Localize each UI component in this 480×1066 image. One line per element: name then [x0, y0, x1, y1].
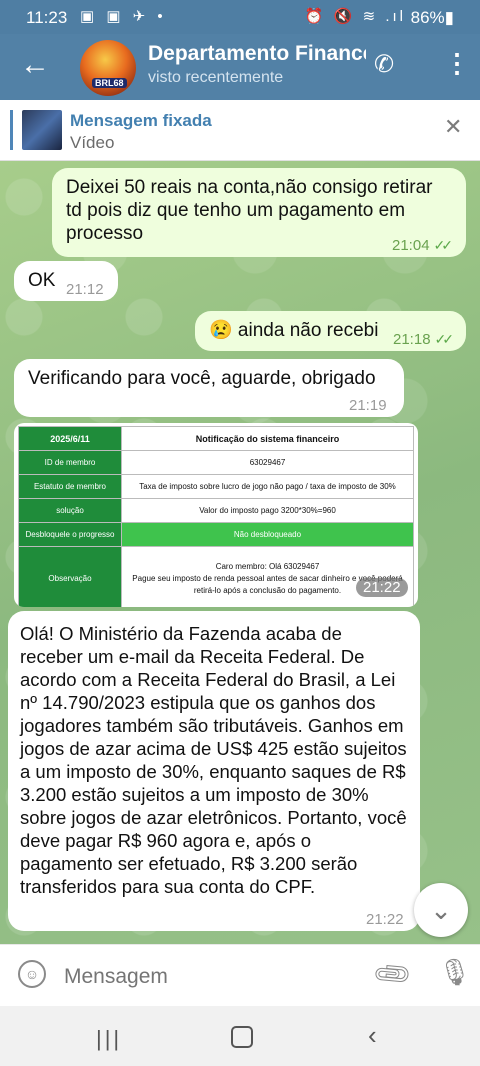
notice-title: Notificação do sistema financeiro — [121, 426, 414, 451]
notice-value: Taxa de imposto sobre lucro de jogo não … — [121, 474, 414, 499]
paperclip-icon[interactable]: 📎︎ — [370, 952, 415, 997]
notice-label: Observação — [18, 546, 122, 607]
more-vert-icon[interactable]: ⋮ — [444, 48, 470, 79]
notice-label: ID de membro — [18, 450, 122, 475]
message-text: Deixei 50 reais na conta,não consigo ret… — [66, 177, 433, 244]
message-incoming[interactable]: Verificando para você, aguarde, obrigado… — [14, 359, 404, 417]
message-time: 21:18 — [393, 331, 431, 348]
recent-apps-icon[interactable]: ||| — [96, 1026, 122, 1052]
chat-title[interactable]: Departamento Financeiro — [148, 42, 366, 66]
chat-header: ← BRL68 Departamento Financeiro visto re… — [0, 34, 480, 100]
message-time: 21:12 — [66, 281, 104, 298]
message-time: 21:04 — [392, 237, 430, 254]
pinned-indicator — [10, 110, 13, 150]
avatar[interactable]: BRL68 — [80, 40, 136, 96]
message-text: 😢 ainda não recebi — [209, 320, 379, 341]
notice-image-message[interactable]: 2025/6/11 Notificação do sistema finance… — [14, 423, 418, 607]
double-check-icon: ✓✓ — [434, 331, 455, 347]
system-nav-bar: ||| ‹ — [0, 1006, 480, 1066]
message-time: 21:22 — [366, 911, 404, 928]
notice-observation-line: Caro membro: Olá 63029467 — [215, 562, 320, 571]
message-meta: 21:04 ✓✓ — [392, 234, 454, 257]
notice-observation: Caro membro: Olá 63029467 Pague seu impo… — [121, 546, 414, 607]
notice-header-row: 2025/6/11 Notificação do sistema finance… — [18, 426, 414, 451]
pinned-title: Mensagem fixada — [70, 111, 212, 130]
message-meta: 21:18 ✓✓ — [393, 328, 455, 351]
message-composer: ☺ 📎︎ 🎙︎ — [0, 944, 480, 1007]
notice-row: Observação Caro membro: Olá 63029467 Pag… — [18, 546, 414, 607]
notice-row: solução Valor do imposto pago 3200*30%=9… — [18, 498, 414, 523]
notice-row: ID de membro 63029467 — [18, 450, 414, 475]
pinned-thumbnail — [22, 110, 62, 150]
message-time: 21:22 — [356, 578, 408, 597]
notice-row: Desbloquele o progresso Não desbloqueado — [18, 522, 414, 547]
phone-icon[interactable]: ✆ — [374, 50, 394, 79]
notification-icons: ▣ ▣ ✈ • — [80, 8, 167, 25]
notice-row: Estatuto de membro Taxa de imposto sobre… — [18, 474, 414, 499]
message-list[interactable]: Deixei 50 reais na conta,não consigo ret… — [0, 161, 480, 944]
system-icons: ⏰ 🔇 ≋ .ıl — [304, 8, 406, 25]
chat-status: visto recentemente — [148, 69, 284, 86]
message-input[interactable] — [62, 964, 356, 990]
double-check-icon: ✓✓ — [433, 237, 454, 253]
status-bar: 11:23 ▣ ▣ ✈ • ⏰ 🔇 ≋ .ıl 86%▮ — [0, 0, 480, 34]
message-outgoing[interactable]: Deixei 50 reais na conta,não consigo ret… — [52, 168, 466, 257]
message-incoming[interactable]: OK 21:12 — [14, 261, 118, 301]
avatar-logo-text: BRL68 — [92, 78, 127, 88]
battery-indicator: 86%▮ — [410, 8, 454, 27]
notice-value: Valor do imposto pago 3200*30%=960 — [121, 498, 414, 523]
message-outgoing[interactable]: 😢 ainda não recebi 21:18 ✓✓ — [195, 311, 466, 351]
home-icon[interactable] — [231, 1026, 253, 1048]
chevron-down-icon[interactable]: ⌄ — [414, 883, 468, 937]
notice-label: Estatuto de membro — [18, 474, 122, 499]
pinned-message[interactable]: Mensagem fixada Vídeo ✕ — [0, 100, 480, 161]
message-time: 21:19 — [349, 397, 387, 414]
notice-label: Desbloquele o progresso — [18, 522, 122, 547]
message-text: Verificando para você, aguarde, obrigado — [28, 368, 376, 389]
arrow-left-icon[interactable]: ← — [20, 48, 50, 82]
back-nav-icon[interactable]: ‹ — [368, 1020, 377, 1051]
message-text: Olá! O Ministério da Fazenda acaba de re… — [20, 623, 407, 897]
message-incoming[interactable]: Olá! O Ministério da Fazenda acaba de re… — [8, 611, 420, 931]
message-text: OK — [28, 270, 56, 291]
notice-status-value: Não desbloqueado — [121, 522, 414, 547]
notice-date: 2025/6/11 — [18, 426, 122, 451]
emoji-icon[interactable]: ☺ — [18, 960, 46, 988]
notice-table: 2025/6/11 Notificação do sistema finance… — [18, 426, 414, 607]
pinned-subtitle: Vídeo — [70, 133, 115, 152]
microphone-icon[interactable]: 🎙︎ — [438, 957, 471, 988]
notice-label: solução — [18, 498, 122, 523]
close-icon[interactable]: ✕ — [444, 114, 462, 140]
notice-value: 63029467 — [121, 450, 414, 475]
status-time: 11:23 — [26, 8, 68, 27]
